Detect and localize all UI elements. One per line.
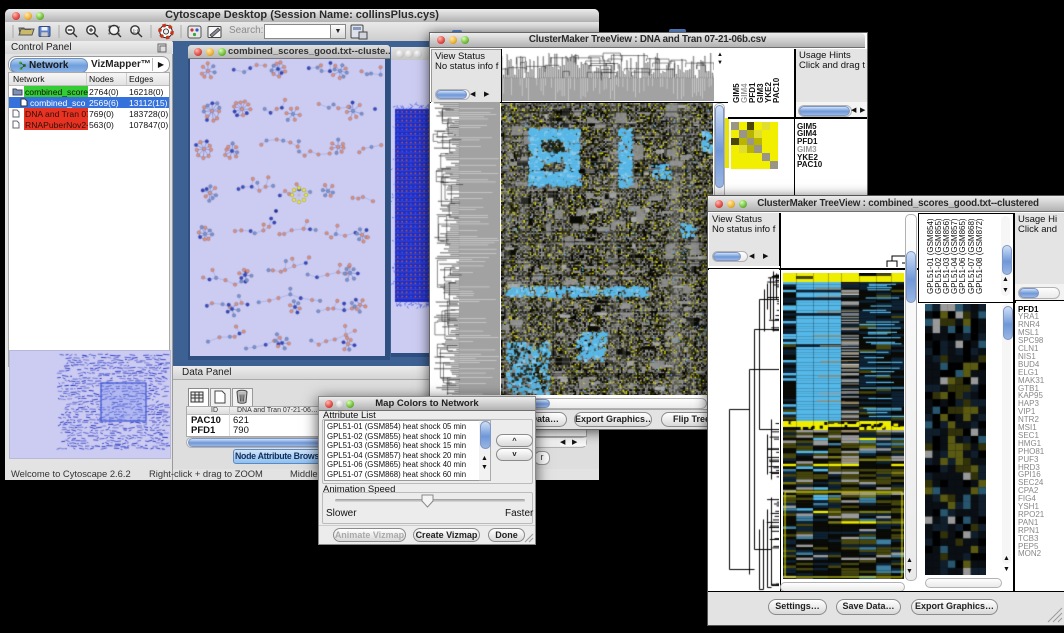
svg-text:1:1: 1:1 <box>133 28 140 33</box>
